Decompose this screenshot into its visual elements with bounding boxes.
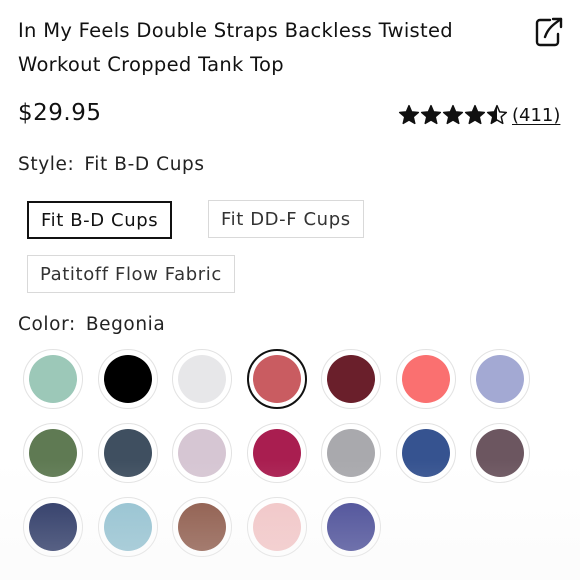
review-count-link[interactable]: (411) bbox=[512, 105, 560, 126]
color-swatch[interactable] bbox=[321, 349, 381, 409]
color-swatch[interactable] bbox=[172, 349, 232, 409]
color-heading: Color: Begonia bbox=[18, 314, 165, 335]
color-swatch[interactable] bbox=[321, 497, 381, 557]
color-swatch-fill bbox=[327, 355, 375, 403]
color-swatch-fill bbox=[103, 429, 152, 477]
color-swatch[interactable] bbox=[470, 423, 530, 483]
product-title-line-2: Workout Cropped Tank Top bbox=[18, 53, 284, 76]
star-full-icon bbox=[442, 104, 464, 125]
star-full-icon bbox=[398, 104, 420, 125]
color-swatch[interactable] bbox=[23, 423, 83, 483]
color-swatch-fill bbox=[103, 355, 152, 403]
color-swatch-fill bbox=[476, 355, 524, 403]
product-price: $29.95 bbox=[18, 100, 102, 126]
style-option-fit-b-d-cups[interactable]: Fit B-D Cups bbox=[27, 201, 173, 239]
color-swatch-fill bbox=[29, 355, 77, 403]
color-swatch-fill bbox=[252, 355, 301, 403]
color-swatch-fill bbox=[252, 429, 301, 477]
color-swatch-fill bbox=[327, 429, 375, 477]
color-swatch[interactable] bbox=[395, 423, 456, 483]
share-icon bbox=[535, 17, 563, 47]
product-detail-panel: In My Feels Double Straps Backless Twist… bbox=[0, 0, 580, 580]
color-swatch[interactable] bbox=[395, 349, 456, 409]
style-label: Style: bbox=[18, 154, 75, 175]
color-swatch[interactable] bbox=[97, 349, 158, 409]
color-label: Color: bbox=[18, 314, 76, 335]
color-selected-value: Begonia bbox=[85, 314, 166, 335]
color-swatch-fill bbox=[252, 503, 301, 551]
color-swatch[interactable] bbox=[172, 423, 232, 483]
style-heading: Style: Fit B-D Cups bbox=[18, 154, 205, 175]
product-title-line-1: In My Feels Double Straps Backless Twist… bbox=[18, 19, 453, 42]
color-swatch-fill bbox=[103, 503, 152, 551]
color-swatch[interactable] bbox=[470, 349, 530, 409]
style-selected-value: Fit B-D Cups bbox=[84, 154, 205, 175]
color-swatch-fill bbox=[327, 503, 375, 551]
rating-stars bbox=[398, 104, 508, 126]
color-swatch-fill bbox=[401, 429, 450, 477]
color-swatch[interactable] bbox=[246, 423, 307, 483]
star-half-icon bbox=[486, 104, 508, 125]
rating: (411) bbox=[398, 100, 560, 130]
color-swatch-fill bbox=[29, 503, 77, 551]
color-swatch[interactable] bbox=[246, 497, 307, 557]
color-swatch-fill bbox=[476, 429, 524, 477]
color-swatch-fill bbox=[178, 355, 226, 403]
star-full-icon bbox=[420, 104, 442, 125]
color-swatch-fill bbox=[401, 355, 450, 403]
product-title: In My Feels Double Straps Backless Twist… bbox=[18, 14, 518, 82]
color-swatch-fill bbox=[29, 429, 77, 477]
color-swatch[interactable] bbox=[97, 423, 158, 483]
color-swatch-fill bbox=[178, 503, 226, 551]
style-option-patitoff-flow-fabric[interactable]: Patitoff Flow Fabric bbox=[27, 255, 235, 293]
color-swatch[interactable] bbox=[321, 423, 381, 483]
color-swatch[interactable] bbox=[172, 497, 232, 557]
color-swatch[interactable] bbox=[23, 349, 83, 409]
color-swatch-selected[interactable] bbox=[246, 349, 307, 409]
share-button[interactable] bbox=[532, 14, 566, 50]
star-full-icon bbox=[464, 104, 486, 125]
color-swatch-fill bbox=[178, 429, 226, 477]
color-swatch[interactable] bbox=[97, 497, 158, 557]
style-option-fit-dd-f-cups[interactable]: Fit DD-F Cups bbox=[208, 200, 364, 238]
color-swatch[interactable] bbox=[23, 497, 83, 557]
